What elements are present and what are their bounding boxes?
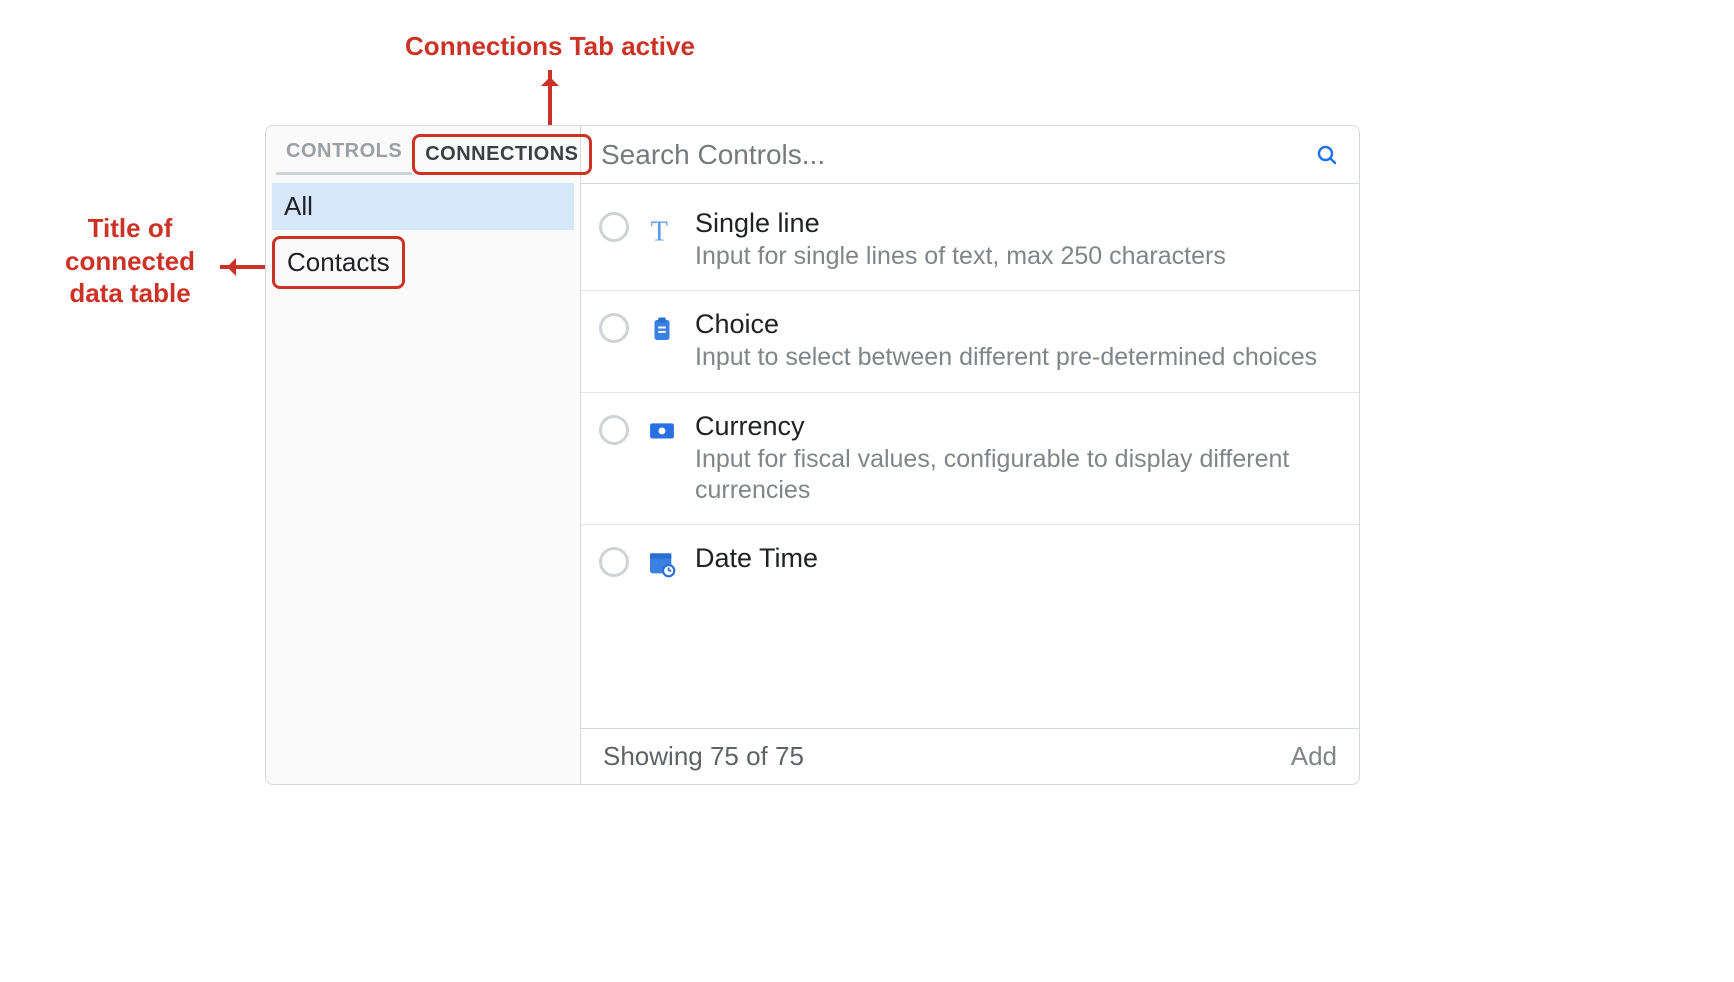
control-row-currency[interactable]: Currency Input for fiscal values, config… [581, 393, 1359, 526]
control-title: Currency [695, 411, 1339, 442]
search-icon[interactable] [1315, 143, 1339, 167]
calendar-clock-icon [643, 545, 681, 583]
main-panel: T Single line Input for single lines of … [581, 126, 1359, 784]
control-row-choice[interactable]: Choice Input to select between different… [581, 291, 1359, 392]
clipboard-check-icon [643, 311, 681, 349]
footer-status: Showing 75 of 75 [603, 741, 804, 772]
control-description: Input for single lines of text, max 250 … [695, 241, 1339, 272]
arrow-left-icon [220, 265, 270, 269]
footer: Showing 75 of 75 Add [581, 728, 1359, 784]
control-description: Input for fiscal values, configurable to… [695, 444, 1339, 507]
tab-controls[interactable]: CONTROLS [276, 134, 412, 175]
control-title: Date Time [695, 543, 1339, 574]
control-description: Input to select between different pre-de… [695, 342, 1339, 373]
control-title: Choice [695, 309, 1339, 340]
sidebar-tabbar: CONTROLS CONNECTIONS [272, 134, 574, 175]
radio-choice[interactable] [599, 313, 629, 343]
arrow-up-icon [548, 70, 552, 125]
control-row-single-line[interactable]: T Single line Input for single lines of … [581, 190, 1359, 291]
controls-browser-panel: CONTROLS CONNECTIONS All Contacts T [265, 125, 1360, 785]
control-text: Date Time [695, 543, 1339, 576]
annotation-connections-tab-active: Connections Tab active [370, 30, 730, 63]
control-text: Currency Input for fiscal values, config… [695, 411, 1339, 507]
radio-date-time[interactable] [599, 547, 629, 577]
sidebar: CONTROLS CONNECTIONS All Contacts [266, 126, 581, 784]
control-row-date-time[interactable]: Date Time [581, 525, 1359, 601]
currency-icon [643, 413, 681, 451]
sidebar-list: All Contacts [272, 183, 574, 289]
annotation-connected-data-table-title: Title of connected data table [35, 212, 225, 310]
search-row [581, 126, 1359, 184]
svg-text:T: T [651, 216, 668, 246]
radio-currency[interactable] [599, 415, 629, 445]
add-button[interactable]: Add [1291, 741, 1337, 772]
control-title: Single line [695, 208, 1339, 239]
sidebar-item-contacts[interactable]: Contacts [272, 236, 405, 289]
control-text: Choice Input to select between different… [695, 309, 1339, 373]
search-input[interactable] [601, 139, 1315, 171]
tab-connections[interactable]: CONNECTIONS [412, 134, 591, 175]
sidebar-item-all[interactable]: All [272, 183, 574, 230]
control-text: Single line Input for single lines of te… [695, 208, 1339, 272]
radio-single-line[interactable] [599, 212, 629, 242]
controls-list[interactable]: T Single line Input for single lines of … [581, 184, 1359, 728]
text-icon: T [643, 210, 681, 248]
